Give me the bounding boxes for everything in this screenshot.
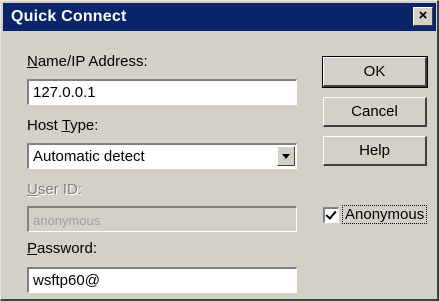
cancel-button[interactable]: Cancel [323, 97, 427, 127]
user-id-label-rest: ser ID: [37, 181, 83, 198]
password-label-accel: P [27, 240, 38, 257]
name-ip-label-rest: ame/IP Address: [37, 53, 148, 70]
user-id-label: User ID: [27, 181, 82, 198]
host-type-label: Host Type: [27, 117, 98, 134]
password-input[interactable]: wsftp60@ [27, 267, 297, 293]
window-title: Quick Connect [11, 8, 127, 25]
user-id-label-accel: U [27, 181, 38, 198]
name-ip-label-accel: N [27, 53, 38, 70]
anonymous-label[interactable]: Anonymous [341, 205, 428, 224]
user-id-input: anonymous [27, 206, 297, 232]
dropdown-arrow-icon[interactable] [277, 146, 295, 166]
password-label-rest: assword: [37, 240, 98, 257]
host-type-select[interactable]: Automatic detect [27, 143, 297, 169]
host-type-value: Automatic detect [33, 148, 145, 165]
anonymous-checkbox[interactable] [323, 207, 339, 223]
close-icon: × [418, 7, 428, 24]
name-ip-label: Name/IP Address: [27, 53, 148, 70]
password-label: Password: [27, 240, 97, 257]
quick-connect-dialog: Quick Connect × Name/IP Address: 127.0.0… [0, 0, 439, 301]
host-type-label-pre: Host [27, 117, 62, 134]
host-type-label-rest: ype: [70, 117, 99, 134]
name-ip-input[interactable]: 127.0.0.1 [27, 79, 297, 105]
ok-button[interactable]: OK [322, 56, 428, 88]
help-button[interactable]: Help [323, 136, 427, 166]
title-bar[interactable]: Quick Connect × [3, 3, 436, 31]
host-type-label-accel: T [61, 117, 71, 134]
close-button[interactable]: × [413, 7, 433, 26]
